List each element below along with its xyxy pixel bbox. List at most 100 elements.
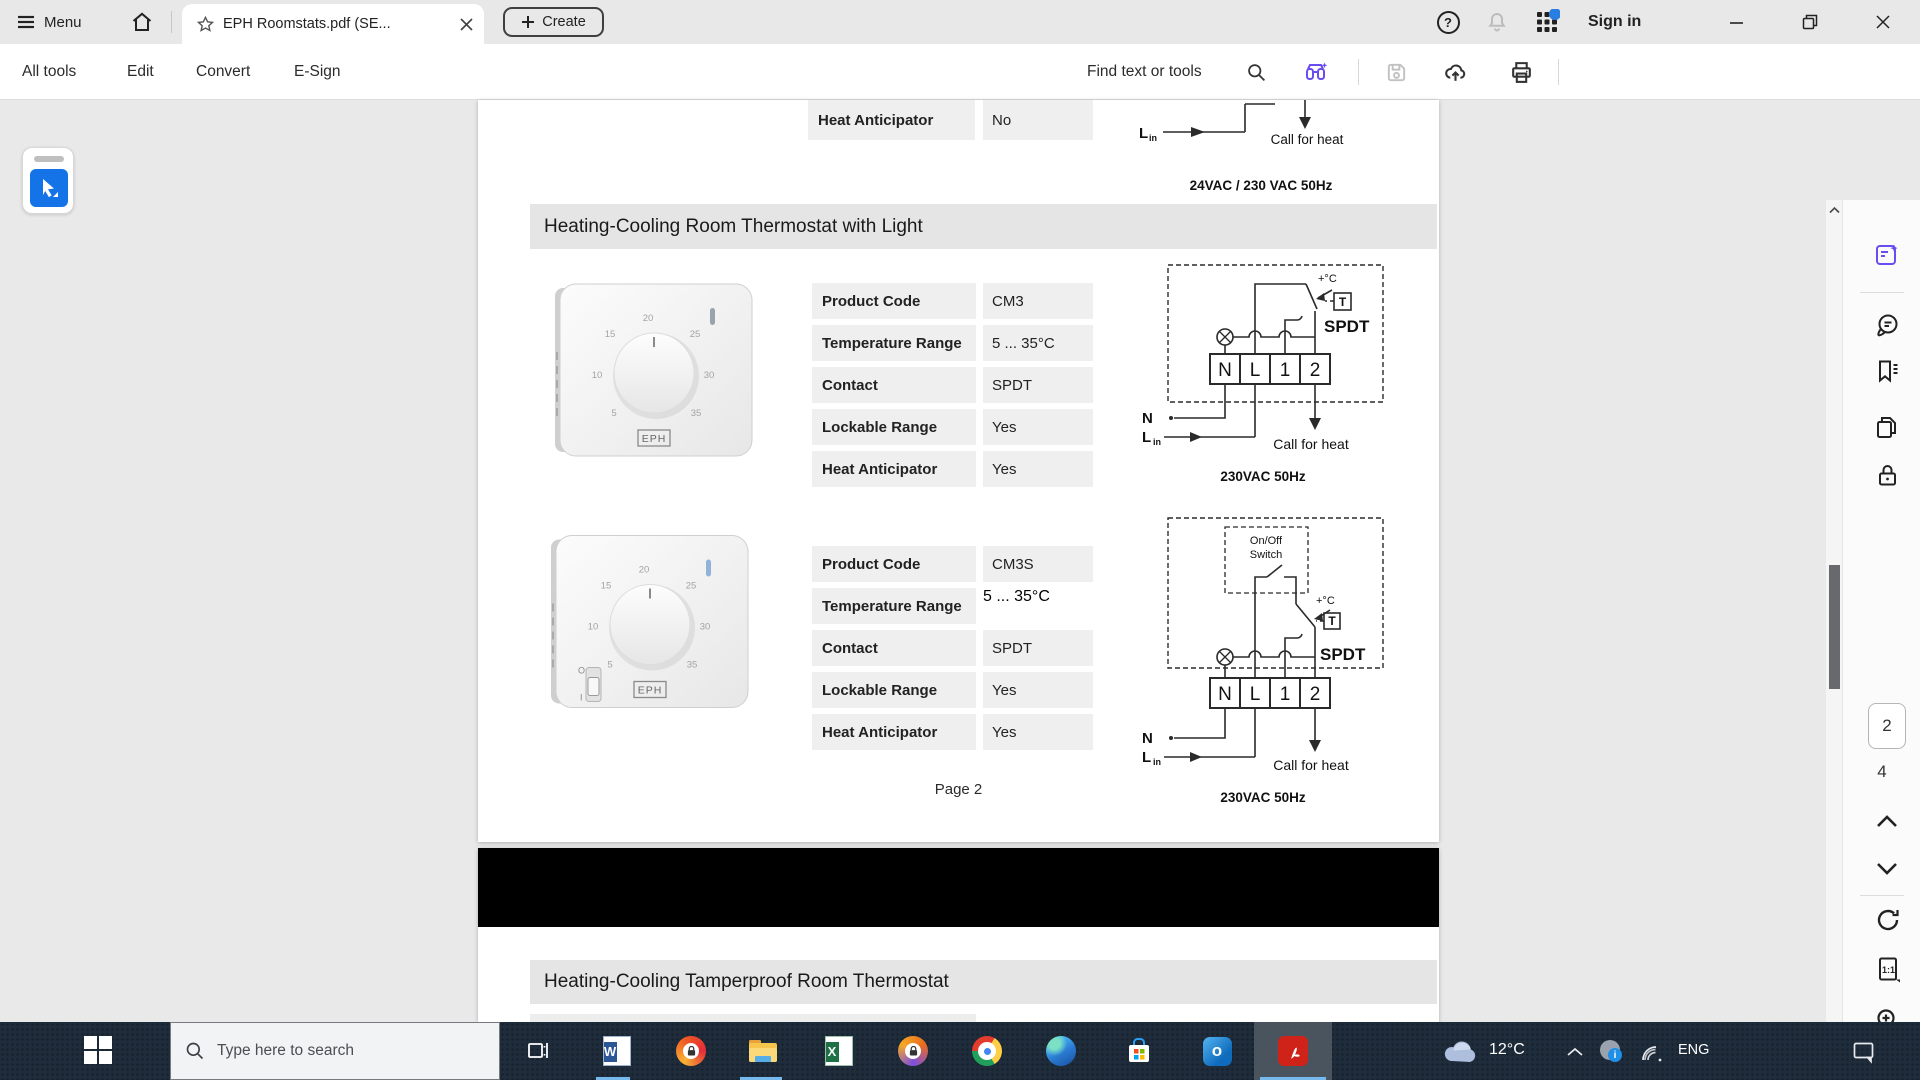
home-button[interactable] [130, 0, 154, 44]
previous-page-icon[interactable] [1874, 812, 1900, 838]
cloud-upload-icon[interactable] [1443, 60, 1468, 85]
bell-icon [1485, 10, 1509, 34]
dial-5: 5 [607, 660, 612, 671]
thermostat-photo-cm3s: 20 15 25 10 30 5 35 O I EPH [544, 530, 756, 718]
copy-pages-icon[interactable] [1874, 414, 1900, 440]
taskbar-chrome[interactable] [972, 1036, 1002, 1066]
tab-edit[interactable]: Edit [127, 44, 154, 99]
notifications-button[interactable] [1474, 0, 1520, 44]
taskbar-outlook[interactable]: o [1202, 1036, 1232, 1066]
help-button[interactable]: ? [1425, 0, 1471, 44]
search-icon[interactable] [1246, 62, 1267, 83]
taskbar-excel[interactable]: X [824, 1036, 854, 1066]
tray-expand-icon[interactable] [1566, 1046, 1584, 1058]
spec-label: Heat Anticipator [812, 714, 976, 750]
language-indicator[interactable]: ENG [1678, 1042, 1709, 1058]
toolbar-divider [1558, 59, 1559, 85]
tab-close-icon[interactable] [459, 17, 474, 32]
apps-grid-button[interactable] [1524, 0, 1570, 44]
task-view-button[interactable] [524, 1036, 554, 1066]
onoff-label2: Switch [1250, 549, 1282, 561]
switch-off-label: O [578, 666, 585, 676]
call-for-heat-label: Call for heat [1273, 757, 1349, 773]
taskbar-word[interactable]: W [602, 1036, 632, 1066]
spec-value: Yes [983, 409, 1093, 445]
t-box-label: T [1328, 614, 1336, 628]
taskbar-avast-secure[interactable] [898, 1036, 928, 1066]
start-button[interactable] [84, 1036, 112, 1064]
close-window-button[interactable] [1860, 0, 1906, 44]
t-box-label: T [1339, 295, 1347, 309]
actual-size-glyph: 1:1 [1882, 965, 1895, 975]
spec-label: Product Code [812, 283, 976, 319]
menu-label: Menu [44, 14, 82, 31]
taskbar-acrobat[interactable] [1278, 1036, 1308, 1066]
taskbar-edge[interactable] [1046, 1036, 1076, 1066]
redacted-block [478, 848, 1439, 927]
dial-25: 25 [686, 581, 697, 592]
rotate-refresh-icon[interactable] [1874, 906, 1900, 932]
rail-divider [1860, 292, 1904, 293]
spec-value: 5 ... 35°C [983, 325, 1093, 361]
excel-glyph: X [828, 1044, 837, 1059]
lin-label: L [1139, 125, 1148, 142]
taskbar-store[interactable] [1124, 1036, 1154, 1066]
taskbar-avast-browser[interactable] [676, 1036, 706, 1066]
table-row: ContactSPDT [812, 367, 1093, 403]
lin-label: L [1142, 429, 1151, 446]
restore-button[interactable] [1787, 0, 1833, 44]
ai-summary-icon[interactable] [1303, 59, 1330, 86]
ai-generative-summary-icon[interactable] [1874, 242, 1900, 268]
table-row: Temperature Range5 ... 35°C [812, 325, 1093, 361]
titlebar-divider [171, 11, 172, 33]
comments-icon[interactable] [1874, 312, 1900, 338]
select-tool-active[interactable] [30, 169, 68, 207]
cloud-icon[interactable] [1443, 1040, 1479, 1064]
minimize-button[interactable] [1713, 0, 1759, 44]
print-icon[interactable] [1509, 60, 1534, 85]
bookmarks-icon[interactable] [1874, 358, 1900, 384]
spec-label: Contact [812, 630, 976, 666]
scrollbar-thumb[interactable] [1829, 565, 1840, 689]
current-page-input[interactable]: 2 [1868, 703, 1906, 749]
sign-in-button[interactable]: Sign in [1588, 0, 1641, 44]
taskbar-search[interactable] [170, 1022, 500, 1080]
menu-button[interactable]: Menu [16, 0, 82, 44]
vertical-scrollbar[interactable] [1825, 200, 1842, 1080]
tray-info-icon[interactable]: i [1600, 1040, 1620, 1060]
taskbar-file-explorer[interactable] [748, 1036, 778, 1066]
outlook-glyph: o [1212, 1041, 1222, 1061]
spec-value: CM3 [983, 283, 1093, 319]
n-label: N [1142, 730, 1153, 747]
document-tab[interactable]: EPH Roomstats.pdf (SE... [182, 4, 484, 44]
pdf-page-3[interactable]: Heating-Cooling Tamperproof Room Thermos… [478, 848, 1439, 1022]
scroll-up-icon[interactable] [1828, 205, 1841, 215]
titlebar: Menu EPH Roomstats.pdf (SE... Create ? S… [0, 0, 1920, 44]
tab-convert[interactable]: Convert [196, 44, 250, 99]
tab-all-tools[interactable]: All tools [22, 44, 76, 99]
create-button[interactable]: Create [503, 7, 604, 37]
lock-icon[interactable] [1874, 462, 1900, 488]
n-label: N [1142, 410, 1153, 427]
find-text-button[interactable]: Find text or tools [1087, 44, 1202, 99]
pdf-page-2[interactable]: Heat Anticipator No L in Call for heat 2… [478, 100, 1439, 842]
actual-size-icon[interactable]: 1:1 [1874, 955, 1904, 985]
table-row: Product CodeCM3 [812, 283, 1093, 319]
network-icon[interactable] [1640, 1040, 1666, 1064]
search-input[interactable] [217, 1042, 477, 1060]
star-icon[interactable] [196, 15, 215, 34]
weather-temp[interactable]: 12°C [1489, 1041, 1525, 1059]
terminal-n: N [1218, 360, 1232, 381]
spec-value: SPDT [983, 367, 1093, 403]
action-center-icon[interactable] [1852, 1040, 1876, 1064]
acrobat-active-window[interactable] [1254, 1022, 1332, 1080]
page-number-footer: Page 2 [478, 781, 1439, 798]
dial-35: 35 [691, 408, 702, 419]
brand-logo: EPH [638, 685, 663, 697]
next-page-icon[interactable] [1874, 858, 1900, 884]
right-tool-rail: 2 4 1:1 [1842, 200, 1920, 1080]
select-tool-card[interactable] [22, 147, 74, 214]
table-row: Temperature Range5 ... 35°C [812, 588, 1093, 624]
tab-esign[interactable]: E-Sign [294, 44, 341, 99]
spec-label: Temperature Range [812, 325, 976, 361]
